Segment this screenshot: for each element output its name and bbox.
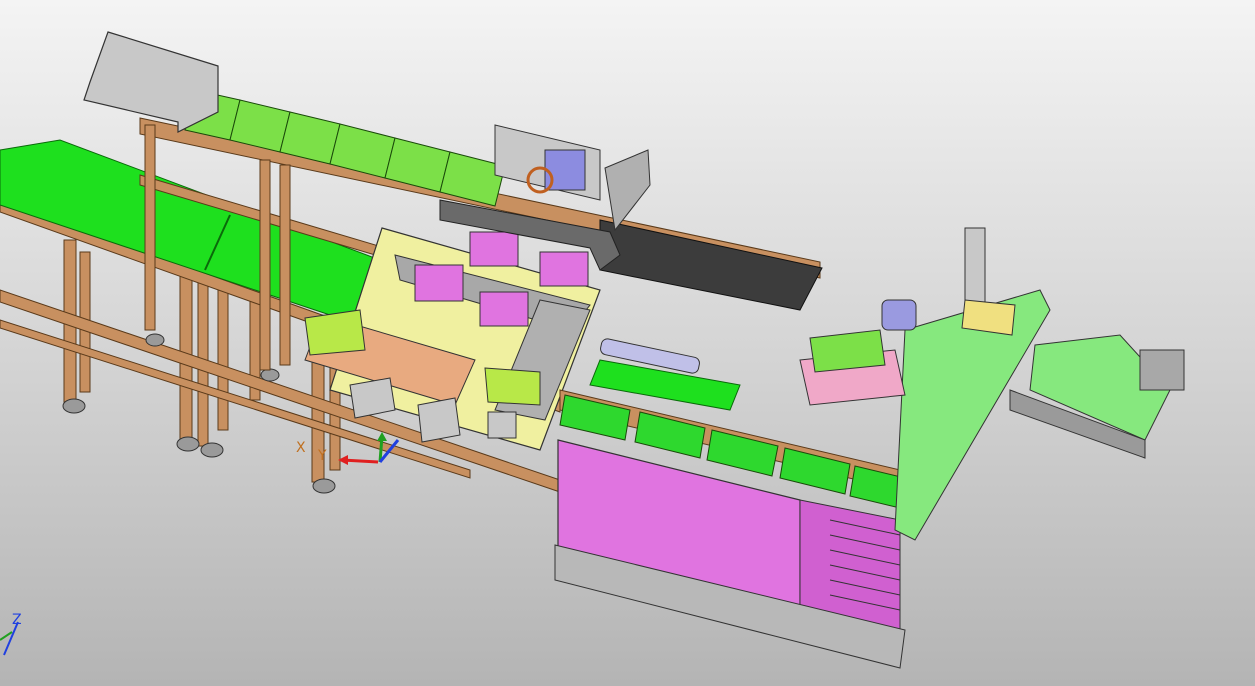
green-fixture-left <box>304 309 366 356</box>
green-tray-lifted <box>809 329 886 373</box>
cad-3d-viewport[interactable]: X Y Z <box>0 0 1255 686</box>
right-outfeed-conveyor[interactable] <box>1009 334 1185 459</box>
outfeed-motor <box>1139 349 1185 391</box>
green-fixture-right <box>484 367 541 406</box>
origin-x-label: X <box>296 440 306 456</box>
corner-z-label: Z <box>12 612 22 628</box>
servo-motor <box>881 299 917 331</box>
origin-y-label: Y <box>317 448 327 464</box>
right-pick-place[interactable] <box>799 227 1051 541</box>
top-conveyor-cover <box>83 31 219 133</box>
corner-view-triad[interactable]: Z <box>0 612 22 656</box>
dark-belt <box>599 219 823 311</box>
